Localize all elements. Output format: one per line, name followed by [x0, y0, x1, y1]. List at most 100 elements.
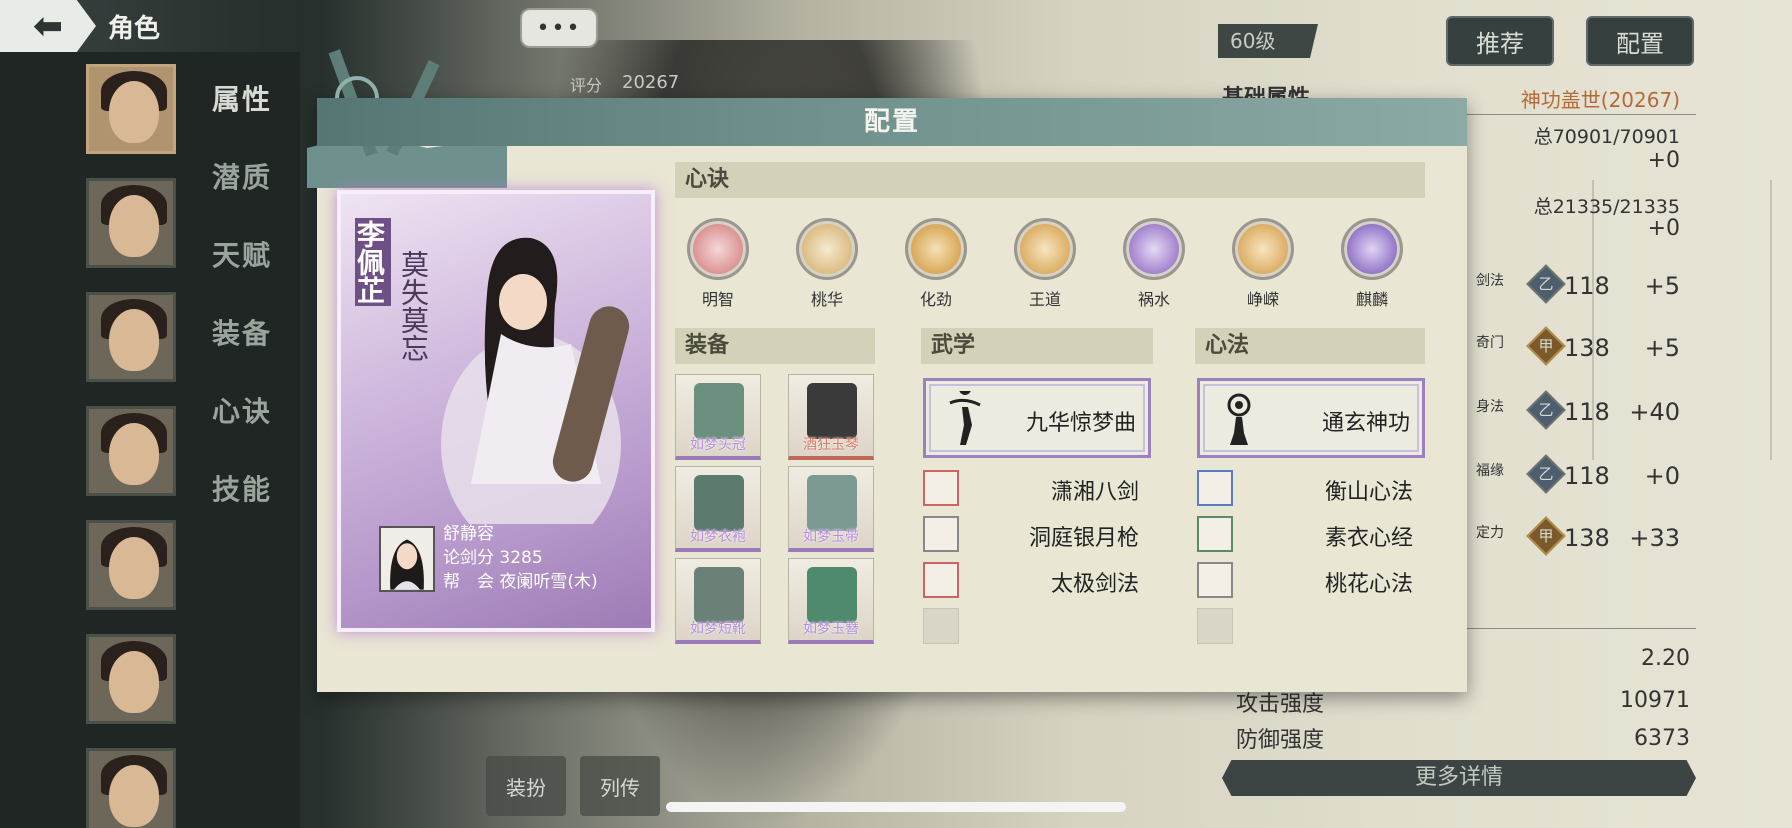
xinfa-slot[interactable]: 衡山心法	[1197, 470, 1425, 506]
xinjue-slot[interactable]: 峥嵘	[1228, 218, 1298, 310]
xinjue-slot[interactable]: 桃华	[792, 218, 862, 310]
equipment-name: 如梦衣袍	[690, 529, 746, 545]
attr-tier-glyph: 甲	[1538, 527, 1554, 545]
wuxue-slot[interactable]: 洞庭银月枪	[923, 516, 1151, 552]
xinjue-name: 化劲	[919, 290, 952, 309]
qilin-icon	[1341, 218, 1403, 280]
attr-value: 118	[1564, 462, 1610, 490]
equipment-section-header: 装备	[675, 328, 875, 364]
tab-talent[interactable]: 天赋	[212, 234, 272, 274]
xinjue-slot[interactable]: 祸水	[1119, 218, 1189, 310]
tab-equipment[interactable]: 装备	[212, 312, 272, 352]
xinjue-name: 峥嵘	[1246, 290, 1279, 309]
beast-icon	[1232, 218, 1294, 280]
attr-label: 奇门	[1476, 335, 1504, 351]
spearman-icon	[923, 516, 959, 552]
character-card: 李佩芷 莫失莫忘 舒静容 论剑分 3285 帮 会 夜阑听雪(木)	[337, 190, 655, 632]
character-art	[441, 237, 630, 524]
xinfa-name: 桃花心法	[1324, 572, 1413, 597]
equipment-slot-hairpin[interactable]: 如梦玉簪	[788, 558, 874, 644]
xinjue-name: 桃华	[810, 290, 843, 309]
modal-title: 配置	[317, 98, 1467, 146]
attr-label: 福缘	[1476, 463, 1504, 479]
character-portrait[interactable]	[86, 520, 176, 610]
defense-value: 6373	[1634, 726, 1690, 751]
boots-icon	[694, 567, 744, 623]
xinfa-slot[interactable]: 桃花心法	[1197, 562, 1425, 598]
attr-tier-glyph: 乙	[1538, 401, 1554, 419]
character-portrait[interactable]	[86, 634, 176, 724]
level-badge: 60级	[1218, 24, 1318, 58]
hp-bonus: +0	[1647, 148, 1680, 173]
back-arrow-icon[interactable]: ⬅	[0, 0, 96, 52]
config-button[interactable]: 配置	[1586, 16, 1694, 66]
config-modal: 配置 李佩芷 莫失莫忘 舒静容 论剑分 3285 帮 会 夜阑听雪(木) 心诀	[307, 49, 1467, 692]
tab-biography[interactable]: 列传	[580, 756, 660, 816]
dancer-figure-icon	[949, 391, 981, 445]
character-title: 莫失莫忘	[397, 250, 430, 362]
equipment-slot-belt[interactable]: 如梦玉带	[788, 466, 874, 552]
tab-attributes[interactable]: 属性	[212, 78, 272, 118]
attr-bonus: +5	[1644, 272, 1680, 300]
wuxue-name: 洞庭银月枪	[1028, 526, 1139, 551]
xinjue-slot[interactable]: 化劲	[901, 218, 971, 310]
tab-xinjue[interactable]: 心诀	[212, 390, 272, 430]
attr-tier-glyph: 乙	[1538, 275, 1554, 293]
tab-outfit[interactable]: 装扮	[486, 756, 566, 816]
home-indicator[interactable]	[666, 802, 1126, 812]
equipment-name: 如梦玉簪	[803, 621, 859, 637]
equipment-slot-robe[interactable]: 如梦衣袍	[675, 466, 761, 552]
xinjue-slot[interactable]: 王道	[1010, 218, 1080, 310]
character-portrait[interactable]	[86, 178, 176, 268]
recommend-button[interactable]: 推荐	[1446, 16, 1554, 66]
xinfa-slot[interactable]: 素衣心经	[1197, 516, 1425, 552]
xinfa-name: 衡山心法	[1324, 480, 1413, 505]
tab-potential[interactable]: 潜质	[212, 156, 272, 196]
avatar	[390, 539, 424, 590]
character-portrait[interactable]	[86, 406, 176, 496]
attr-bonus: +33	[1629, 524, 1680, 552]
character-portrait[interactable]	[86, 292, 176, 382]
flower-figure-icon	[796, 218, 858, 280]
total-mp: 总21335/21335	[1533, 196, 1680, 218]
more-details-button[interactable]: 更多详情	[1222, 760, 1696, 796]
chat-button[interactable]: •••	[520, 8, 598, 48]
attr-bonus: +40	[1629, 398, 1680, 426]
sword-score: 论剑分 3285	[443, 548, 543, 568]
tab-skills[interactable]: 技能	[212, 468, 272, 508]
empty-xinfa-slot[interactable]	[1197, 608, 1233, 644]
monk-figure-icon	[1197, 562, 1233, 598]
main-wuxue-slot[interactable]: 九华惊梦曲	[923, 378, 1151, 458]
attr-value: 118	[1564, 272, 1610, 300]
hairpin-icon	[807, 567, 857, 623]
swirl-energy-icon	[905, 218, 967, 280]
main-xinfa-slot[interactable]: 通玄神功	[1197, 378, 1425, 458]
equipment-slot-boots[interactable]: 如梦短靴	[675, 558, 761, 644]
defense-label: 防御强度	[1236, 728, 1325, 753]
wuxue-name: 潇湘八剑	[1050, 480, 1139, 505]
pavilion-background	[1592, 180, 1772, 460]
total-hp: 总70901/70901	[1533, 126, 1680, 148]
equipment-name: 如梦短靴	[690, 621, 746, 637]
xinjue-slot[interactable]: 麒麟	[1337, 218, 1407, 310]
equipment-slot-helmet[interactable]: 如梦头冠	[675, 374, 761, 460]
character-portrait[interactable]	[86, 748, 176, 828]
character-portrait[interactable]	[86, 64, 176, 154]
crit-value: 2.20	[1641, 646, 1690, 671]
belt-icon	[807, 475, 857, 531]
empty-wuxue-slot[interactable]	[923, 608, 959, 644]
wuxue-slot[interactable]: 太极剑法	[923, 562, 1151, 598]
attr-value: 118	[1564, 398, 1610, 426]
main-xinfa-name: 通玄神功	[1321, 411, 1410, 436]
zither-icon	[807, 383, 857, 439]
page-title: 角色	[108, 13, 161, 44]
player-avatar	[379, 526, 435, 592]
xinjue-slot[interactable]: 明智	[683, 218, 753, 310]
attr-tier-glyph: 甲	[1538, 337, 1554, 355]
woman-figure-icon	[1123, 218, 1185, 280]
equipment-slot-weapon[interactable]: 酒狂玉琴	[788, 374, 874, 460]
wuxue-slot[interactable]: 潇湘八剑	[923, 470, 1151, 506]
xinjue-name: 王道	[1028, 290, 1061, 309]
mp-bonus: +0	[1647, 216, 1680, 241]
swordsman-icon	[923, 562, 959, 598]
